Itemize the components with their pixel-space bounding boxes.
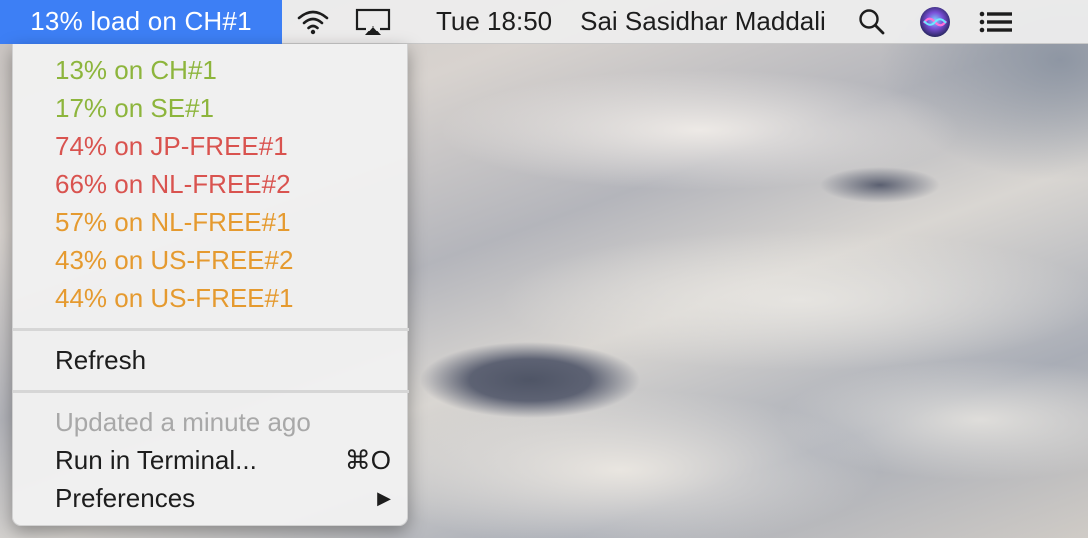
siri-icon[interactable] [916,0,954,44]
server-item-jp-free1[interactable]: 74% on JP-FREE#1 [13,127,409,165]
airplay-icon[interactable] [344,0,402,44]
vpn-load-status-item[interactable]: 13% load on CH#1 [0,0,282,44]
server-item-label: 43% on US-FREE#2 [55,244,294,275]
server-item-us-free1[interactable]: 44% on US-FREE#1 [13,279,409,317]
clock-label: Tue 18:50 [436,6,553,36]
menu-separator [13,328,409,331]
wifi-icon[interactable] [282,0,344,44]
server-item-label: 44% on US-FREE#1 [55,282,294,313]
server-item-label: 74% on JP-FREE#1 [55,130,288,161]
server-item-label: 17% on SE#1 [55,92,215,123]
server-item-nl-free1[interactable]: 57% on NL-FREE#1 [13,203,409,241]
spotlight-search-icon[interactable] [852,0,892,44]
refresh-menu-item[interactable]: Refresh [13,341,409,379]
updated-status-item: Updated a minute ago [13,403,409,441]
user-account-menu[interactable]: Sai Sasidhar Maddali [580,0,826,44]
server-item-label: 57% on NL-FREE#1 [55,206,291,237]
server-item-nl-free2[interactable]: 66% on NL-FREE#2 [13,165,409,203]
keyboard-shortcut: ⌘O [344,444,391,475]
server-item-label: 13% on CH#1 [55,54,217,85]
run-in-terminal-label: Run in Terminal... [55,444,257,475]
preferences-menu-item[interactable]: Preferences ▶ [13,479,409,517]
refresh-label: Refresh [55,344,147,375]
menu-bar: 13% load on CH#1 Tue 18:50 Sai Sasidhar … [0,0,1088,44]
run-in-terminal-menu-item[interactable]: Run in Terminal... ⌘O [13,441,409,479]
server-item-se1[interactable]: 17% on SE#1 [13,89,409,127]
preferences-label: Preferences [55,482,196,513]
updated-label: Updated a minute ago [55,406,311,437]
server-item-us-free2[interactable]: 43% on US-FREE#2 [13,241,409,279]
submenu-arrow-icon: ▶ [377,487,391,508]
user-name-label: Sai Sasidhar Maddali [580,6,826,36]
clock[interactable]: Tue 18:50 [436,0,552,44]
server-item-label: 66% on NL-FREE#2 [55,168,291,199]
menu-separator [13,390,409,393]
server-item-ch1[interactable]: 13% on CH#1 [13,51,409,89]
notification-center-icon[interactable] [976,0,1016,44]
vpn-load-dropdown-menu: 13% on CH#1 17% on SE#1 74% on JP-FREE#1… [12,44,409,526]
status-item-label: 13% load on CH#1 [30,6,252,36]
